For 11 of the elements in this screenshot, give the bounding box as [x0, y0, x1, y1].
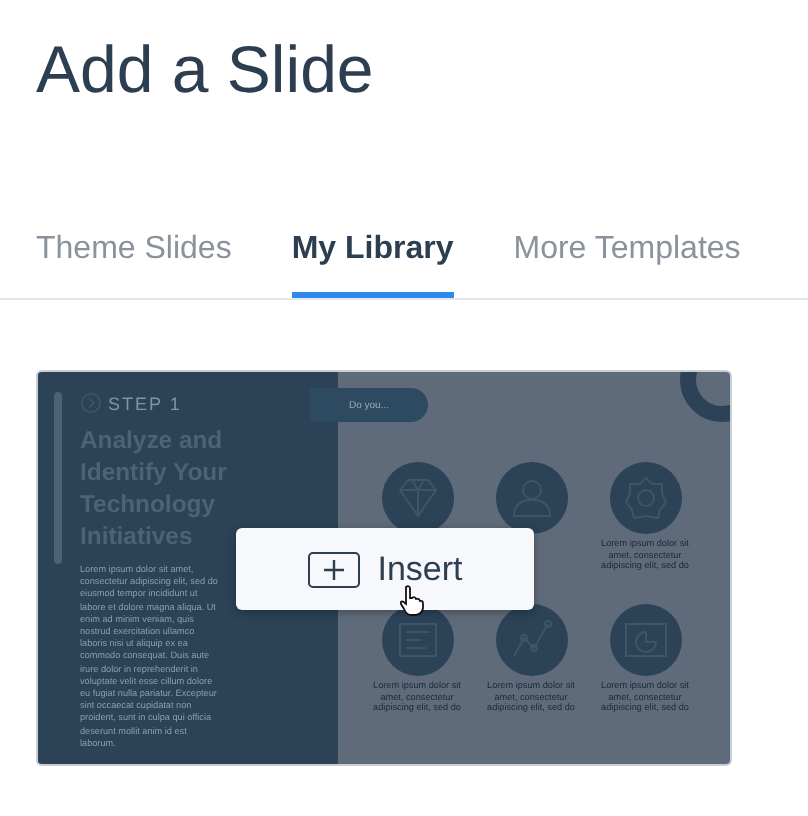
badge-icon — [609, 462, 681, 534]
graph-icon — [495, 604, 567, 676]
hand-cursor-icon — [398, 584, 426, 616]
step-label: STEP 1 — [108, 393, 182, 413]
tab[interactable]: My Library — [291, 224, 454, 298]
page-title: Add a Slide — [34, 30, 376, 110]
person-icon — [495, 462, 567, 534]
chart-icon — [609, 604, 681, 676]
plus-icon — [307, 551, 360, 587]
insert-button[interactable]: Insert — [236, 528, 534, 610]
slide-thumbnail[interactable] — [36, 370, 732, 766]
